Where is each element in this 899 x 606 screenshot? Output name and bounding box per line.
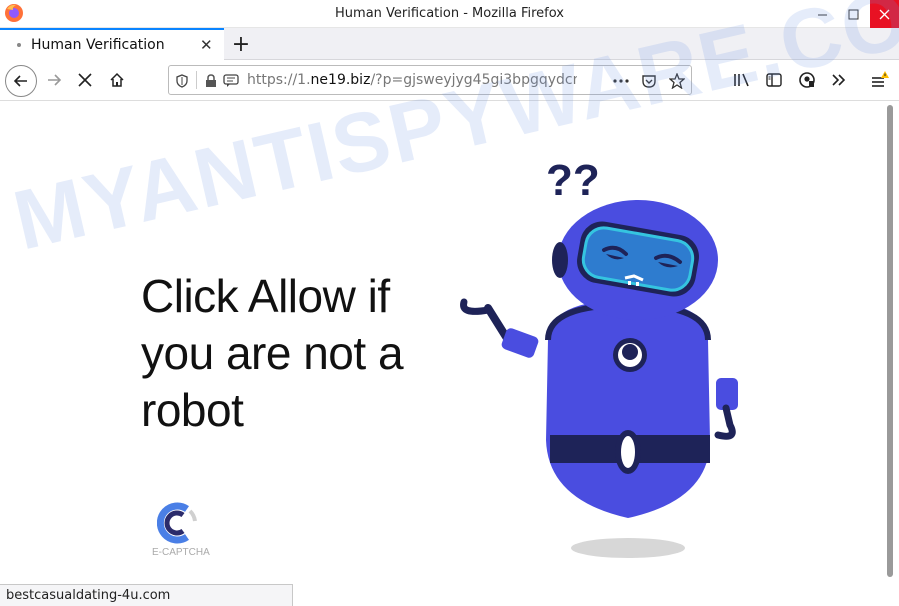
maximize-icon[interactable]: [839, 0, 867, 28]
captcha-label: E-CAPTCHA: [152, 547, 210, 558]
minimize-icon[interactable]: [808, 0, 836, 28]
robot-illustration: ??: [460, 156, 738, 558]
more-icon[interactable]: [611, 71, 631, 91]
question-marks-icon: ??: [546, 156, 600, 205]
pocket-icon[interactable]: [639, 71, 659, 91]
tab-close-icon[interactable]: ✕: [200, 36, 213, 54]
nav-toolbar: https://1.ne19.biz/?p=gjsweyjyg45gi3bpgq…: [0, 60, 899, 101]
url-separator: [196, 71, 197, 89]
tracking-protection-icon[interactable]: [172, 71, 192, 91]
tab-human-verification[interactable]: Human Verification ✕: [0, 28, 224, 60]
window-title: Human Verification - Mozilla Firefox: [335, 6, 564, 21]
library-icon[interactable]: [728, 66, 756, 94]
window-titlebar: Human Verification - Mozilla Firefox: [0, 0, 899, 28]
loading-dot-icon: [17, 43, 21, 47]
lock-icon[interactable]: [201, 71, 221, 91]
status-bar: bestcasualdating-4u.com: [0, 584, 293, 606]
sidebar-icon[interactable]: [760, 66, 788, 94]
overflow-icon[interactable]: [825, 66, 853, 94]
url-text[interactable]: https://1.ne19.biz/?p=gjsweyjyg45gi3bpgq…: [247, 72, 577, 88]
menu-icon[interactable]: [866, 66, 894, 94]
close-icon[interactable]: [870, 0, 899, 28]
url-bar[interactable]: https://1.ne19.biz/?p=gjsweyjyg45gi3bpgq…: [168, 65, 692, 95]
tab-label: Human Verification: [31, 37, 165, 53]
forward-icon[interactable]: [40, 66, 68, 94]
notification-icon[interactable]: [221, 71, 241, 91]
tab-strip: Human Verification ✕ +: [0, 28, 899, 60]
back-icon[interactable]: [5, 65, 37, 97]
bookmark-star-icon[interactable]: [667, 71, 687, 91]
page-headline: Click Allow if you are not a robot: [141, 270, 404, 436]
url-path: /?p=gjsweyjyg45gi3bpgqydcna8: [370, 72, 577, 88]
stop-icon[interactable]: [71, 66, 99, 94]
new-tab-button[interactable]: +: [228, 31, 254, 57]
captcha-logo-icon: [157, 502, 197, 544]
home-icon[interactable]: [103, 66, 131, 94]
url-prefix: https://1.: [247, 72, 311, 88]
account-icon[interactable]: [793, 66, 821, 94]
page-scrollbar[interactable]: [887, 105, 893, 577]
url-domain: ne19.biz: [310, 72, 371, 88]
